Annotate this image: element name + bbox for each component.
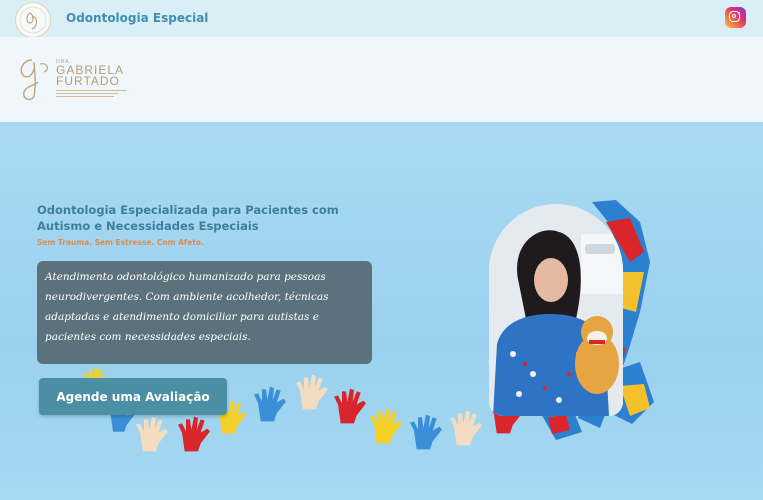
monogram-icon (20, 59, 49, 101)
doctor-portrait-image (489, 204, 623, 416)
hero-description-box: Atendimento odontológico humanizado para… (37, 261, 372, 364)
hero-tagline: Sem Trauma. Sem Estresse. Com Afeto. (37, 238, 204, 247)
brand-subtitle-lines (56, 89, 136, 98)
top-bar: Odontologia Especial (0, 0, 763, 38)
hero-title: Odontologia Especializada para Pacientes… (37, 203, 339, 233)
schedule-evaluation-button[interactable]: Agende uma Avaliação (39, 378, 227, 415)
hero-description: Atendimento odontológico humanizado para… (45, 271, 329, 343)
brand-logo[interactable]: DRA. GABRIELA FURTADO (14, 56, 134, 106)
site-title[interactable]: Odontologia Especial (66, 11, 208, 25)
brand-name: GABRIELA FURTADO (56, 64, 146, 88)
instagram-icon[interactable] (725, 7, 746, 28)
hero-section: Odontologia Especializada para Pacientes… (0, 122, 763, 500)
clinic-logo-icon[interactable] (15, 2, 51, 38)
brand-name-last: FURTADO (56, 74, 120, 88)
doctor-photo (489, 204, 623, 416)
